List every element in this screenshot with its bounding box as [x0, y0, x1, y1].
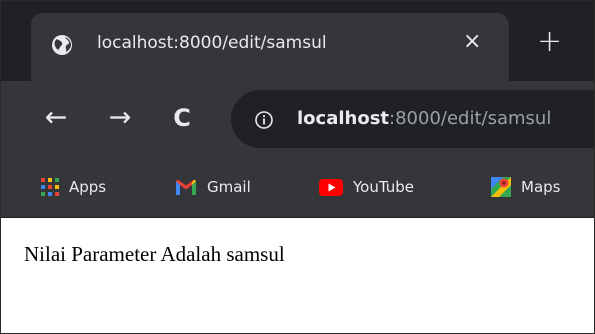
bookmark-maps[interactable]: Maps — [491, 173, 560, 201]
close-icon[interactable]: × — [463, 30, 481, 54]
page-content: Nilai Parameter Adalah samsul — [1, 218, 594, 333]
toolbar: ← → C localhost:8000/edit/samsul — [1, 81, 594, 159]
youtube-icon — [319, 178, 343, 196]
apps-grid-icon — [41, 178, 59, 196]
page-text: Nilai Parameter Adalah samsul — [24, 242, 285, 266]
back-button[interactable]: ← — [41, 103, 71, 133]
info-icon[interactable] — [255, 111, 273, 129]
browser-window: localhost:8000/edit/samsul × + ← → C loc… — [0, 0, 595, 334]
bookmark-label: Apps — [69, 178, 107, 196]
bookmark-apps[interactable]: Apps — [41, 173, 106, 201]
tab-strip: localhost:8000/edit/samsul × + — [1, 1, 594, 81]
maps-icon — [491, 177, 511, 197]
bookmark-label: YouTube — [353, 178, 414, 196]
url-path: :8000/edit/samsul — [389, 108, 552, 129]
new-tab-button[interactable]: + — [537, 27, 562, 57]
tab-title: localhost:8000/edit/samsul — [97, 33, 327, 53]
forward-button[interactable]: → — [105, 103, 135, 133]
reload-button[interactable]: C — [167, 103, 197, 133]
globe-icon — [52, 35, 72, 55]
gmail-icon — [176, 179, 196, 195]
bookmark-label: Maps — [521, 178, 561, 196]
bookmark-youtube[interactable]: YouTube — [319, 173, 414, 201]
bookmark-label: Gmail — [207, 178, 251, 196]
url-host: localhost — [297, 108, 390, 129]
bookmark-gmail[interactable]: Gmail — [175, 173, 251, 201]
url-text[interactable]: localhost:8000/edit/samsul — [297, 108, 551, 129]
bookmarks-bar: Apps Gmail YouTube Maps — [1, 159, 594, 218]
